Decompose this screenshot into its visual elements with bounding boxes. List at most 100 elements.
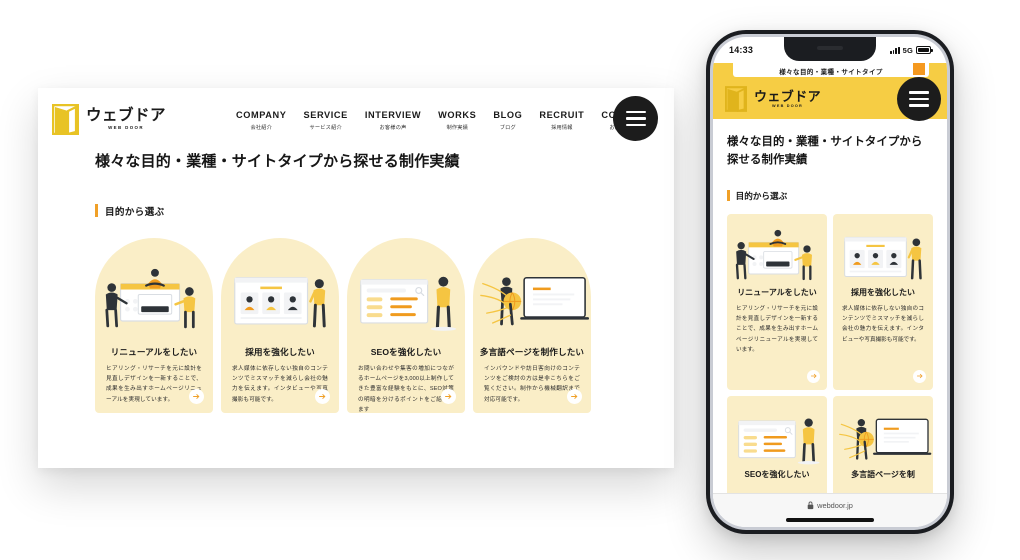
section-label-text: 目的から選ぶ <box>735 190 788 201</box>
nav-item-sublabel: お客様の声 <box>379 124 407 131</box>
card-title: 多言語ページを制作したい <box>479 346 585 357</box>
purpose-card[interactable]: 採用を強化したい求人媒体に依存しない独自のコンテンツでミスマッチを減らし会社の魅… <box>833 213 933 390</box>
arrow-right-icon <box>319 393 326 399</box>
seo-illustration <box>738 418 820 465</box>
renewal-illustration <box>105 268 196 328</box>
arrow-right-icon <box>193 393 200 399</box>
desktop-body: 様々な目的・業種・サイトタイプから探せる制作実績 目的から選ぶ リニューアルをし… <box>38 150 674 413</box>
status-indicators: 5G <box>889 45 933 55</box>
status-time: 14:33 <box>729 45 754 55</box>
recruit-illustration <box>234 276 326 328</box>
seo-illustration <box>360 276 457 331</box>
nav-item-blog[interactable]: BLOG ブログ <box>493 110 522 131</box>
card-title: リニューアルをしたい <box>110 346 198 357</box>
phone-hamburger-menu-button[interactable] <box>897 77 941 121</box>
card-illustration <box>727 406 827 465</box>
browser-url-bar[interactable]: webdoor.jp <box>713 493 947 527</box>
card-arrow-button[interactable] <box>441 388 456 404</box>
card-arrow-button[interactable] <box>189 388 204 404</box>
card-illustration <box>221 262 339 340</box>
phone-logo-text: ウェブドア WEB DOOR <box>754 90 821 109</box>
renewal-illustration <box>735 229 812 281</box>
card-arrow-button[interactable] <box>913 369 926 383</box>
logo-jp-text: ウェブドア <box>86 106 167 124</box>
nav-item-label: SERVICE <box>303 109 348 120</box>
hamburger-bar <box>625 110 646 114</box>
multilingual-illustration <box>839 418 932 460</box>
nav-item-sublabel: ブログ <box>499 124 516 131</box>
card-illustration <box>833 224 933 282</box>
phone-status-bar: 14:33 5G <box>713 37 947 63</box>
phone-site-logo[interactable]: ウェブドア WEB DOOR <box>724 86 821 112</box>
desktop-mockup: ウェブドア WEB DOOR COMPANY 会社紹介 SERVICE サービス紹介 I… <box>38 88 674 468</box>
screenshot-stage: ウェブドア WEB DOOR COMPANY 会社紹介 SERVICE サービス紹介 I… <box>0 0 1020 560</box>
section-label-text: 目的から選ぶ <box>105 206 165 218</box>
logo-en-text: WEB DOOR <box>108 125 144 131</box>
nav-item-service[interactable]: SERVICE サービス紹介 <box>304 110 348 131</box>
accent-bar <box>727 190 730 202</box>
phone-screen: 14:33 5G 様々な目的・業種・サイトタイプ ウェブドア WEB DOOR … <box>713 37 947 527</box>
home-indicator[interactable] <box>786 518 874 522</box>
phone-site-header: ウェブドア WEB DOOR <box>713 77 947 121</box>
card-description: 求人媒体に依存しない独自のコンテンツでミスマッチを減らし会社の魅力を伝えます。イ… <box>842 305 924 343</box>
card-title: 採用を強化したい <box>245 346 315 357</box>
card-illustration <box>727 224 827 282</box>
purpose-card[interactable]: SEOを強化したいお問い合わせや集客の増加につながるホームページを3,000以上… <box>347 237 465 413</box>
section-label: 目的から選ぶ <box>95 204 674 218</box>
desktop-header: ウェブドア WEB DOOR COMPANY 会社紹介 SERVICE サービス紹介 I… <box>38 88 674 150</box>
nav-item-sublabel: 制作実績 <box>446 124 469 131</box>
cellular-signal-icon <box>889 46 900 54</box>
nav-item-label: BLOG <box>493 109 523 120</box>
site-logo[interactable]: ウェブドア WEB DOOR <box>51 103 166 135</box>
hamburger-bar <box>909 104 929 108</box>
hamburger-bar <box>909 90 929 94</box>
hamburger-bar <box>625 117 646 120</box>
battery-icon <box>916 46 933 54</box>
status-network: 5G <box>902 45 913 55</box>
card-title: SEOを強化したい <box>744 469 810 479</box>
arrow-right-icon <box>810 374 816 379</box>
purpose-card[interactable]: 採用を強化したい 求人媒体に依存しない独自のコンテンツでミスマッチを減らし会社の魅… <box>221 237 339 413</box>
recruit-illustration <box>844 236 922 280</box>
logo-text: ウェブドア WEB DOOR <box>86 108 166 131</box>
card-title: SEOを強化したい <box>370 346 442 357</box>
logo-en-text: WEB DOOR <box>772 103 803 108</box>
peek-orange-square <box>913 63 925 75</box>
card-description: お問い合わせや集客の増加につながるホームページを3,000以上制作してきた豊富な… <box>358 365 454 413</box>
purpose-card[interactable]: リニューアルをしたい ヒアリング・リサーチを元に設計を見直しデザインを一新すること… <box>95 237 213 413</box>
nav-item-sublabel: 採用情報 <box>551 124 573 131</box>
url-text: webdoor.jp <box>817 501 853 510</box>
card-title: 採用を強化したい <box>851 287 915 297</box>
card-title: 多言語ページを制 <box>851 469 915 479</box>
nav-item-recruit[interactable]: RECRUIT 採用情報 <box>539 110 584 131</box>
url-display: webdoor.jp <box>807 501 853 510</box>
card-arrow-button[interactable] <box>567 388 582 404</box>
hamburger-menu-button[interactable] <box>613 96 658 141</box>
card-illustration <box>95 262 213 340</box>
door-logo-icon <box>51 103 80 135</box>
nav-item-works[interactable]: WORKS 制作実績 <box>438 110 476 131</box>
nav-item-company[interactable]: COMPANY 会社紹介 <box>236 110 286 131</box>
purpose-card[interactable]: リニューアルをしたいヒアリング・リサーチを元に設計を見直しデザインを一新すること… <box>727 213 827 390</box>
hamburger-bar <box>625 123 646 127</box>
card-title: リニューアルをしたい <box>737 287 817 297</box>
nav-item-label: INTERVIEW <box>364 109 422 120</box>
purpose-card-list: リニューアルをしたい ヒアリング・リサーチを元に設計を見直しデザインを一新すること… <box>95 237 674 413</box>
phone-mockup: 14:33 5G 様々な目的・業種・サイトタイプ ウェブドア WEB DOOR … <box>706 30 954 534</box>
card-illustration <box>473 262 591 340</box>
peek-card: 様々な目的・業種・サイトタイプ <box>733 63 929 77</box>
arrow-right-icon <box>916 374 922 379</box>
arrow-right-icon <box>571 393 578 399</box>
card-description: ヒアリング・リサーチを元に設計を見直しデザインを一新することで、成果を生み出すホ… <box>736 305 818 353</box>
purpose-card[interactable]: 多言語ページを制作したい インバウンドや訪日客向けのコンテンツをご検討の方は是非こ… <box>473 237 591 413</box>
accent-bar <box>95 204 98 218</box>
card-arrow-button[interactable] <box>807 369 820 383</box>
phone-page-title: 様々な目的・業種・サイトタイプから探せる制作実績 <box>727 136 923 167</box>
card-illustration <box>347 262 465 340</box>
card-arrow-button[interactable] <box>315 388 330 404</box>
nav-item-sublabel: サービス紹介 <box>309 124 342 131</box>
phone-body: 様々な目的・業種・サイトタイプから探せる制作実績 目的から選ぶ リニューアルをし… <box>713 133 947 516</box>
logo-jp-text: ウェブドア <box>754 88 822 104</box>
nav-item-interview[interactable]: INTERVIEW お客様の声 <box>365 110 421 131</box>
page-title: 様々な目的・業種・サイトタイプから探せる制作実績 <box>95 153 460 170</box>
